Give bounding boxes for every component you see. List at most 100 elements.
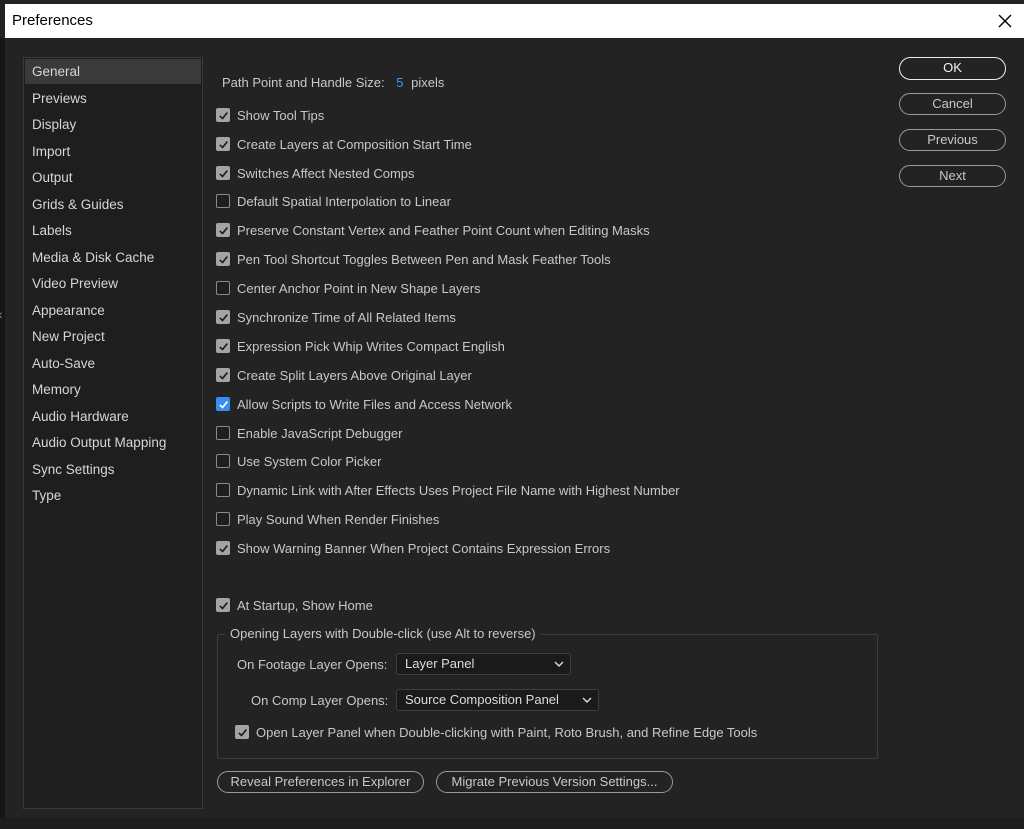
option-enable-js-debugger[interactable]: Enable JavaScript Debugger [216,422,403,444]
footage-layer-label: On Footage Layer Opens: [237,657,388,672]
title-bar: Preferences [5,4,1024,38]
option-label: Create Split Layers Above Original Layer [237,367,472,383]
option-label: Pen Tool Shortcut Toggles Between Pen an… [237,251,611,267]
checkbox[interactable] [216,281,230,295]
previous-button[interactable]: Previous [899,129,1006,151]
double-click-group: Opening Layers with Double-click (use Al… [217,626,878,759]
sidebar-item-output[interactable]: Output [25,165,201,190]
checkmark-icon [218,313,228,322]
sidebar: General Previews Display Import Output G… [23,57,203,809]
option-label: Expression Pick Whip Writes Compact Engl… [237,338,505,354]
option-dynamic-link-highest-number[interactable]: Dynamic Link with After Effects Uses Pro… [216,479,680,501]
checkbox[interactable] [216,108,230,122]
path-point-size-value[interactable]: 5 [396,75,403,90]
sidebar-item-sync-settings[interactable]: Sync Settings [25,457,201,482]
cancel-button[interactable]: Cancel [899,93,1006,115]
checkmark-icon [218,342,228,351]
checkmark-icon [237,728,247,737]
checkbox[interactable] [216,194,230,208]
option-play-sound-render[interactable]: Play Sound When Render Finishes [216,508,439,530]
option-label: Default Spatial Interpolation to Linear [237,193,451,209]
sidebar-item-grids-guides[interactable]: Grids & Guides [25,192,201,217]
option-create-layers-at-comp-start[interactable]: Create Layers at Composition Start Time [216,133,472,155]
dialog-title: Preferences [12,12,93,29]
checkmark-icon [218,169,228,178]
path-point-size-label: Path Point and Handle Size: [222,75,385,90]
option-default-spatial-interp-linear[interactable]: Default Spatial Interpolation to Linear [216,190,451,212]
sidebar-item-labels[interactable]: Labels [25,218,201,243]
checkbox[interactable] [216,137,230,151]
reveal-preferences-button[interactable]: Reveal Preferences in Explorer [217,771,424,793]
checkbox[interactable] [216,454,230,468]
comp-layer-label: On Comp Layer Opens: [251,693,389,708]
checkbox[interactable] [216,483,230,497]
comp-layer-value: Source Composition Panel [405,692,559,707]
preferences-dialog: Preferences ‹ General Previews Display I… [0,0,1024,829]
sidebar-item-previews[interactable]: Previews [25,86,201,111]
general-panel: Path Point and Handle Size: 5 pixels Sho… [205,38,1024,829]
checkbox[interactable] [216,598,230,612]
checkbox[interactable] [216,541,230,555]
option-open-layer-panel-paint[interactable]: Open Layer Panel when Double-clicking wi… [235,721,757,743]
checkmark-icon [218,255,228,264]
sidebar-item-import[interactable]: Import [25,139,201,164]
next-button[interactable]: Next [899,165,1006,187]
checkmark-icon [218,601,228,610]
option-pen-tool-shortcut[interactable]: Pen Tool Shortcut Toggles Between Pen an… [216,248,611,270]
checkbox[interactable] [216,252,230,266]
option-allow-scripts-network[interactable]: Allow Scripts to Write Files and Access … [216,393,512,415]
footage-layer-dropdown[interactable]: Layer Panel [396,653,571,675]
sidebar-item-appearance[interactable]: Appearance [25,298,201,323]
chevron-down-icon [554,661,564,667]
ok-button[interactable]: OK [899,57,1006,80]
comp-layer-dropdown[interactable]: Source Composition Panel [396,689,599,711]
sidebar-item-media-disk-cache[interactable]: Media & Disk Cache [25,245,201,270]
migrate-settings-button[interactable]: Migrate Previous Version Settings... [436,771,673,793]
checkbox[interactable] [216,426,230,440]
option-show-tool-tips[interactable]: Show Tool Tips [216,104,324,126]
option-label: Use System Color Picker [237,453,382,469]
sidebar-item-new-project[interactable]: New Project [25,324,201,349]
close-icon[interactable] [992,8,1018,34]
checkmark-icon [218,111,228,120]
option-label: At Startup, Show Home [237,597,373,613]
option-split-layers-above[interactable]: Create Split Layers Above Original Layer [216,364,472,386]
checkbox[interactable] [216,223,230,237]
option-system-color-picker[interactable]: Use System Color Picker [216,450,381,472]
option-label: Synchronize Time of All Related Items [237,309,456,325]
option-preserve-vertex-feather-count[interactable]: Preserve Constant Vertex and Feather Poi… [216,219,650,241]
checkbox[interactable] [216,339,230,353]
option-label: Show Warning Banner When Project Contain… [237,540,611,556]
option-pick-whip-compact-english[interactable]: Expression Pick Whip Writes Compact Engl… [216,335,505,357]
option-warning-banner-expressions[interactable]: Show Warning Banner When Project Contain… [216,537,610,559]
checkbox[interactable] [216,397,230,411]
checkbox[interactable] [216,368,230,382]
option-synchronize-time[interactable]: Synchronize Time of All Related Items [216,306,456,328]
option-label: Open Layer Panel when Double-clicking wi… [256,724,758,740]
option-label: Enable JavaScript Debugger [237,425,403,441]
group-legend: Opening Layers with Double-click (use Al… [225,626,541,641]
chevron-down-icon [582,697,592,703]
sidebar-item-display[interactable]: Display [25,112,201,137]
option-label: Create Layers at Composition Start Time [237,136,472,152]
option-center-anchor-point[interactable]: Center Anchor Point in New Shape Layers [216,277,481,299]
checkbox[interactable] [216,310,230,324]
checkbox[interactable] [216,512,230,526]
sidebar-item-type[interactable]: Type [25,483,201,508]
sidebar-item-general[interactable]: General [25,59,201,84]
checkmark-icon [218,400,228,409]
option-label: Switches Affect Nested Comps [237,165,415,181]
checkbox[interactable] [216,166,230,180]
option-startup-show-home[interactable]: At Startup, Show Home [216,594,373,616]
sidebar-item-memory[interactable]: Memory [25,377,201,402]
option-switches-affect-nested-comps[interactable]: Switches Affect Nested Comps [216,162,415,184]
checkmark-icon [218,371,228,380]
checkbox[interactable] [235,725,249,739]
sidebar-item-audio-output-mapping[interactable]: Audio Output Mapping [25,430,201,455]
checkmark-icon [218,226,228,235]
sidebar-item-audio-hardware[interactable]: Audio Hardware [25,404,201,429]
sidebar-item-video-preview[interactable]: Video Preview [25,271,201,296]
checkmark-icon [218,544,228,553]
sidebar-item-auto-save[interactable]: Auto-Save [25,351,201,376]
path-point-size-unit: pixels [411,75,445,90]
